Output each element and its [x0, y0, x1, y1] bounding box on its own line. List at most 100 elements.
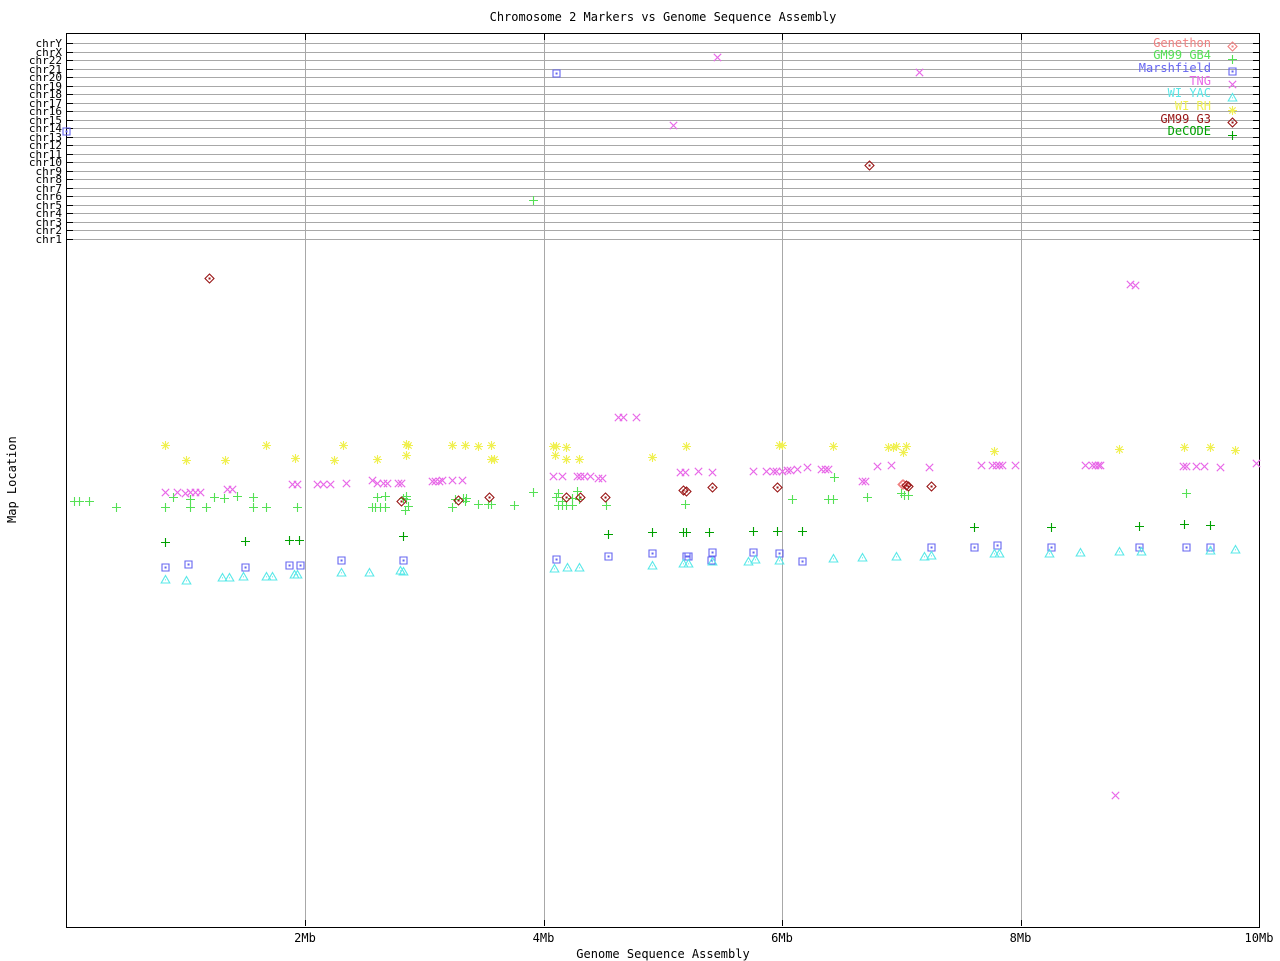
- data-point-marker: [1044, 544, 1056, 558]
- data-point-marker: [290, 449, 301, 463]
- data-point-marker: [240, 532, 251, 546]
- data-point-marker: [993, 544, 1005, 558]
- data-point-marker: [160, 483, 171, 497]
- data-point-marker: [823, 460, 834, 474]
- data-point-marker: [238, 567, 250, 581]
- data-point-marker: [860, 472, 871, 486]
- data-point-marker: [160, 558, 171, 572]
- y-axis-tick-left: [66, 213, 73, 214]
- y-axis-tick-right: [1253, 153, 1259, 155]
- data-point-marker: [574, 450, 585, 464]
- y-axis-tick-left: [66, 221, 73, 223]
- chromosome-gridline: [66, 230, 1259, 231]
- chromosome-gridline: [66, 204, 1259, 206]
- chromosome-gridline: [66, 187, 1259, 189]
- legend-entry: DeCODE: [1000, 125, 1238, 140]
- data-point-marker: [828, 437, 839, 451]
- data-point-marker: [457, 471, 468, 485]
- chromosome-gridline: [66, 213, 1259, 214]
- y-axis-tick-right: [1253, 162, 1259, 163]
- data-point-marker: [341, 474, 352, 488]
- data-point-marker: [1130, 276, 1141, 290]
- data-point-marker: [1215, 458, 1226, 472]
- data-point-marker: [706, 552, 718, 566]
- data-point-marker: [509, 496, 520, 510]
- y-axis-tick-right: [1253, 170, 1259, 172]
- data-point-marker: [160, 533, 171, 547]
- data-point-marker: [828, 549, 840, 563]
- data-point-marker: [1179, 515, 1190, 529]
- data-point-marker: [597, 469, 608, 483]
- y-axis-tick-right: [1253, 145, 1259, 146]
- legend-marker-icon: [1227, 75, 1238, 89]
- y-axis-tick-right: [1253, 85, 1259, 87]
- data-point-marker: [181, 451, 192, 465]
- data-point-marker: [802, 458, 813, 472]
- y-axis-tick-right: [1253, 136, 1259, 138]
- data-point-marker: [111, 498, 122, 512]
- y-axis-tick-left: [66, 60, 73, 61]
- data-point-marker: [668, 116, 679, 130]
- data-point-marker: [631, 408, 642, 422]
- x-axis-tick-label: 2Mb: [294, 931, 316, 945]
- data-point-marker: [748, 462, 759, 476]
- data-point-marker: [562, 558, 574, 572]
- y-axis-tick-right: [1253, 102, 1259, 104]
- data-point-marker: [773, 551, 785, 565]
- data-point-marker: [267, 567, 279, 581]
- data-point-marker: [1205, 438, 1216, 452]
- data-point-marker: [185, 498, 196, 512]
- data-point-marker: [486, 436, 497, 450]
- data-point-marker: [325, 475, 336, 489]
- data-point-marker: [1181, 538, 1192, 552]
- y-axis-tick-right: [1253, 43, 1259, 44]
- data-point-marker: [292, 475, 303, 489]
- data-point-marker: [473, 437, 484, 451]
- data-point-marker: [862, 488, 873, 502]
- data-point-marker: [797, 552, 808, 566]
- data-point-marker: [693, 462, 704, 476]
- x-axis-tick-label: 6Mb: [771, 931, 793, 945]
- data-point-marker: [1181, 484, 1192, 498]
- y-axis-tick-right: [1253, 119, 1259, 121]
- legend-entry: WI YAC: [1000, 87, 1238, 102]
- data-point-marker: [220, 451, 231, 465]
- data-point-marker: [561, 450, 572, 464]
- data-point-marker: [872, 457, 883, 471]
- data-point-marker: [336, 563, 348, 577]
- x-axis-tick-top: [782, 34, 783, 40]
- y-axis-tick-right: [1253, 204, 1259, 206]
- data-point-marker: [549, 559, 561, 573]
- data-point-marker: [84, 492, 95, 506]
- data-point-marker: [1010, 456, 1021, 470]
- chromosome-gridline: [66, 238, 1259, 240]
- y-axis-tick-left: [66, 162, 73, 163]
- data-point-marker: [891, 547, 903, 561]
- data-point-marker: [647, 448, 658, 462]
- chromosome-gridline: [66, 221, 1259, 223]
- data-point-marker: [681, 437, 692, 451]
- data-point-marker: [772, 478, 784, 493]
- data-point-marker: [1110, 786, 1121, 800]
- data-point-marker: [338, 436, 349, 450]
- legend-entry: WI RH: [1000, 100, 1238, 115]
- mb-gridline: [543, 34, 545, 926]
- data-point-marker: [561, 488, 573, 503]
- data-point-marker: [682, 554, 694, 568]
- data-point-marker: [925, 477, 937, 492]
- y-axis-tick-left: [66, 111, 73, 112]
- data-point-marker: [1114, 440, 1125, 454]
- data-point-marker: [681, 523, 692, 537]
- data-point-marker: [914, 63, 925, 77]
- data-point-marker: [787, 490, 798, 504]
- y-axis-tick-left: [66, 196, 73, 197]
- plot-area: [66, 33, 1260, 928]
- data-point-marker: [195, 483, 206, 497]
- data-point-marker: [248, 498, 259, 512]
- y-axis-tick-right: [1253, 77, 1259, 78]
- mb-gridline: [1020, 34, 1022, 926]
- data-point-marker: [183, 555, 194, 569]
- data-point-marker: [704, 523, 715, 537]
- y-axis-tick-left: [66, 136, 73, 138]
- data-point-marker: [1135, 542, 1147, 556]
